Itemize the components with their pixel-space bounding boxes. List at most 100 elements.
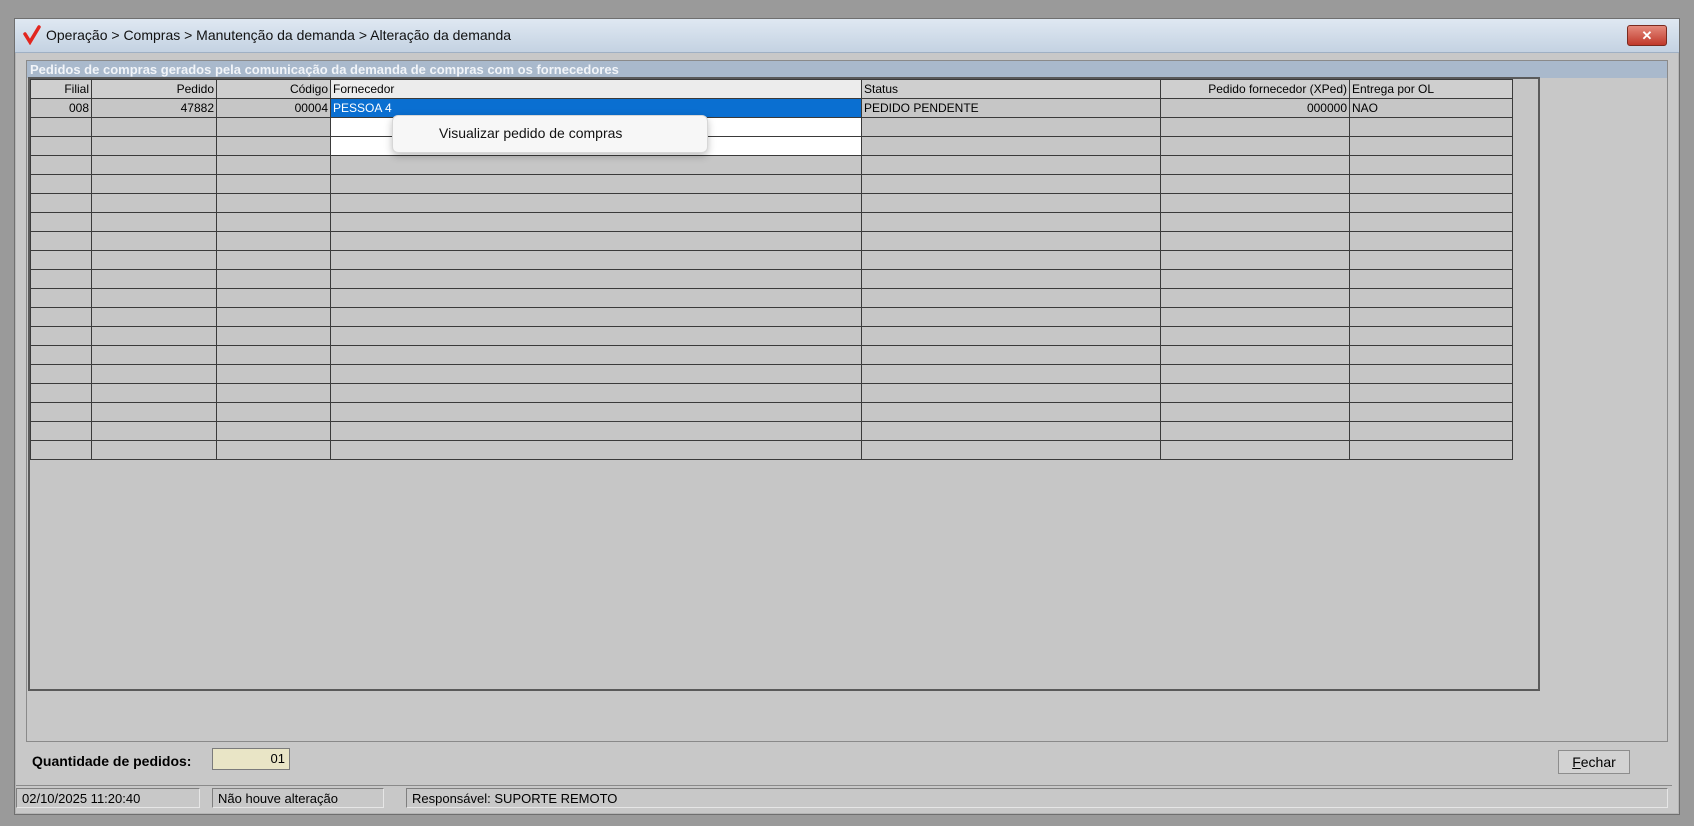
empty-cell[interactable] [330,440,862,460]
column-header-codigo[interactable]: Código [216,79,331,99]
empty-cell[interactable] [30,421,92,441]
empty-cell[interactable] [30,269,92,289]
empty-cell[interactable] [330,288,862,308]
empty-cell[interactable] [216,193,331,213]
empty-cell[interactable] [861,136,1161,156]
empty-cell[interactable] [216,174,331,194]
empty-cell[interactable] [1349,250,1513,270]
empty-cell[interactable] [30,383,92,403]
empty-cell[interactable] [30,345,92,365]
empty-cell[interactable] [861,383,1161,403]
empty-cell[interactable] [1160,364,1350,384]
cell-codigo[interactable]: 00004 [216,98,331,118]
empty-cell[interactable] [30,117,92,137]
empty-cell[interactable] [861,364,1161,384]
empty-cell[interactable] [1349,269,1513,289]
empty-cell[interactable] [1160,193,1350,213]
empty-cell[interactable] [30,212,92,232]
empty-cell[interactable] [861,193,1161,213]
empty-cell[interactable] [216,383,331,403]
empty-cell[interactable] [30,174,92,194]
orders-grid[interactable]: Filial Pedido Código Fornecedor Status P… [28,77,1540,691]
empty-cell[interactable] [861,421,1161,441]
empty-table-row[interactable] [30,383,1513,403]
empty-table-row[interactable] [30,174,1513,194]
empty-cell[interactable] [30,440,92,460]
empty-cell[interactable] [91,345,217,365]
cell-entrega[interactable]: NAO [1349,98,1513,118]
empty-cell[interactable] [1160,117,1350,137]
empty-cell[interactable] [91,136,217,156]
empty-cell[interactable] [216,307,331,327]
empty-cell[interactable] [1160,421,1350,441]
empty-cell[interactable] [91,440,217,460]
empty-cell[interactable] [30,307,92,327]
empty-table-row[interactable] [30,307,1513,327]
empty-cell[interactable] [861,440,1161,460]
empty-cell[interactable] [216,364,331,384]
empty-cell[interactable] [216,288,331,308]
close-button[interactable]: Fechar [1558,750,1630,774]
empty-cell[interactable] [861,288,1161,308]
empty-cell[interactable] [330,231,862,251]
empty-cell[interactable] [1160,345,1350,365]
empty-table-row[interactable] [30,117,1513,137]
empty-cell[interactable] [330,421,862,441]
column-header-pedido-fornecedor[interactable]: Pedido fornecedor (XPed) [1160,79,1350,99]
cell-pedido-fornecedor[interactable]: 000000 [1160,98,1350,118]
empty-table-row[interactable] [30,250,1513,270]
empty-table-row[interactable] [30,440,1513,460]
empty-cell[interactable] [30,364,92,384]
empty-cell[interactable] [1349,307,1513,327]
empty-cell[interactable] [91,364,217,384]
empty-cell[interactable] [330,250,862,270]
empty-cell[interactable] [216,155,331,175]
empty-cell[interactable] [1160,250,1350,270]
empty-cell[interactable] [91,174,217,194]
empty-cell[interactable] [91,212,217,232]
empty-cell[interactable] [216,212,331,232]
empty-cell[interactable] [30,326,92,346]
empty-cell[interactable] [1349,117,1513,137]
empty-cell[interactable] [91,155,217,175]
empty-cell[interactable] [1160,383,1350,403]
empty-cell[interactable] [330,383,862,403]
empty-cell[interactable] [1160,288,1350,308]
empty-cell[interactable] [30,155,92,175]
empty-cell[interactable] [861,402,1161,422]
empty-cell[interactable] [861,231,1161,251]
empty-cell[interactable] [861,307,1161,327]
empty-cell[interactable] [861,345,1161,365]
empty-cell[interactable] [1349,155,1513,175]
empty-table-row[interactable] [30,193,1513,213]
empty-cell[interactable] [1349,440,1513,460]
cell-pedido[interactable]: 47882 [91,98,217,118]
empty-cell[interactable] [1349,174,1513,194]
empty-cell[interactable] [216,402,331,422]
column-header-filial[interactable]: Filial [30,79,92,99]
empty-cell[interactable] [330,193,862,213]
column-header-status[interactable]: Status [861,79,1161,99]
empty-table-row[interactable] [30,326,1513,346]
empty-table-row[interactable] [30,421,1513,441]
empty-table-row[interactable] [30,212,1513,232]
empty-cell[interactable] [91,383,217,403]
empty-cell[interactable] [1349,193,1513,213]
empty-cell[interactable] [1160,155,1350,175]
empty-cell[interactable] [330,364,862,384]
empty-cell[interactable] [1349,383,1513,403]
empty-cell[interactable] [216,326,331,346]
column-header-entrega[interactable]: Entrega por OL [1349,79,1513,99]
empty-cell[interactable] [861,155,1161,175]
empty-cell[interactable] [1160,136,1350,156]
empty-cell[interactable] [1160,174,1350,194]
empty-cell[interactable] [1160,212,1350,232]
empty-cell[interactable] [1349,345,1513,365]
empty-cell[interactable] [861,269,1161,289]
empty-cell[interactable] [861,250,1161,270]
empty-cell[interactable] [30,402,92,422]
empty-cell[interactable] [91,269,217,289]
empty-cell[interactable] [91,193,217,213]
empty-cell[interactable] [30,250,92,270]
empty-table-row[interactable] [30,231,1513,251]
